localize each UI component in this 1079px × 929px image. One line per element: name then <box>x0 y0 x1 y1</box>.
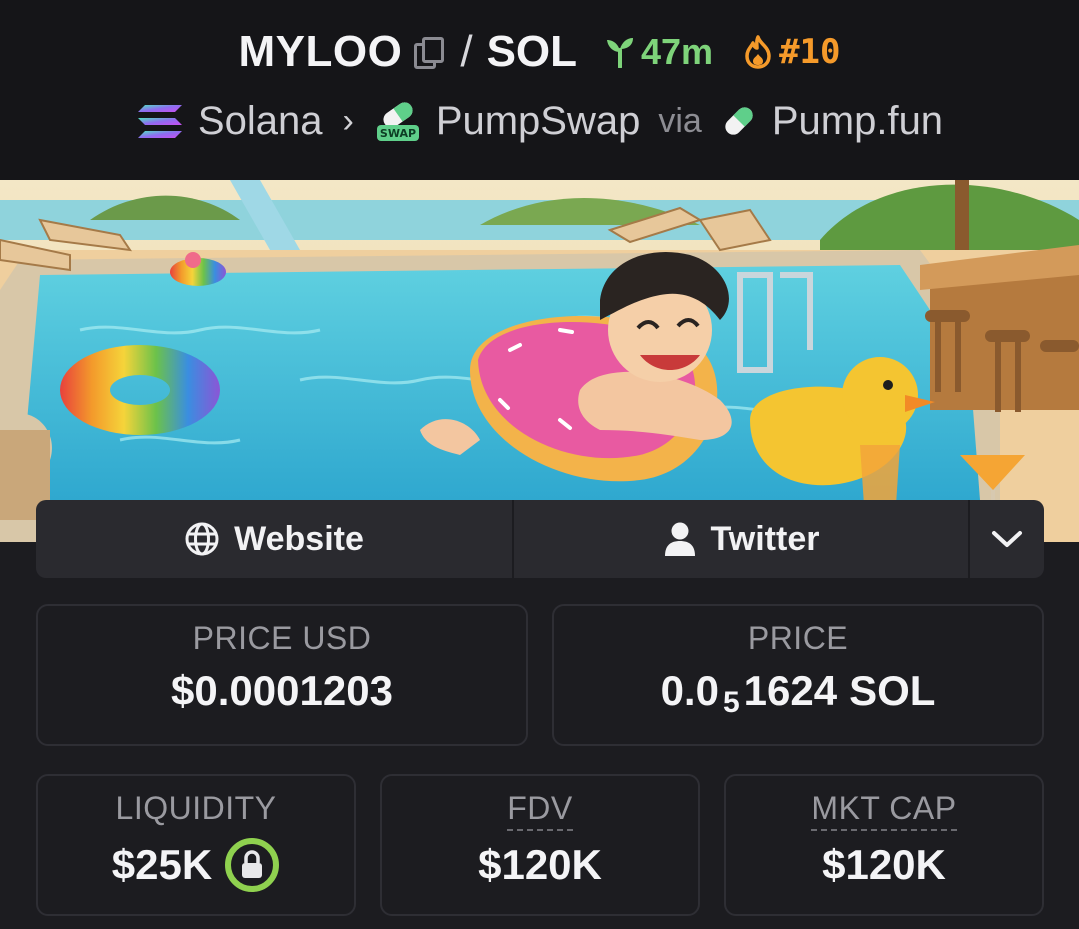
launchpad-name[interactable]: Pump.fun <box>772 99 943 144</box>
price-native-unit: SOL <box>849 667 936 714</box>
price-usd-card: PRICE USD $0.0001203 <box>36 604 528 746</box>
price-native-prefix: 0.0 <box>660 667 719 714</box>
via-label: via <box>658 101 702 140</box>
twitter-button[interactable]: Twitter <box>514 500 970 578</box>
price-native-zero-count: 5 <box>722 686 740 719</box>
quote-symbol: SOL <box>486 27 578 76</box>
chevron-right-icon: › <box>342 101 354 140</box>
trending-rank: #10 <box>779 32 841 72</box>
fdv-label[interactable]: FDV <box>507 790 573 831</box>
pair-separator: / <box>460 27 473 76</box>
mkt-cap-value: $120K <box>822 841 946 888</box>
price-usd-label: PRICE USD <box>192 620 372 656</box>
pair-age: 47m <box>641 31 714 72</box>
flame-icon <box>745 35 771 69</box>
chain-name[interactable]: Solana <box>198 99 323 144</box>
lock-icon[interactable] <box>224 837 280 893</box>
breadcrumb: Solana › SWAP PumpSwap via Pump.fun <box>0 94 1079 148</box>
copy-icon[interactable] <box>412 35 445 69</box>
pair-age-badge: 47m <box>605 31 713 73</box>
liquidity-card: LIQUIDITY $25K <box>36 774 356 916</box>
swap-badge-text: SWAP <box>380 127 416 140</box>
mkt-cap-label[interactable]: MKT CAP <box>811 790 957 831</box>
website-button[interactable]: Website <box>36 500 514 578</box>
liquidity-value: $25K <box>111 841 213 888</box>
pumpswap-icon: SWAP <box>376 102 419 141</box>
more-links-button[interactable] <box>970 500 1044 578</box>
base-symbol: MYLOO <box>238 27 403 76</box>
token-banner-image <box>0 180 1079 542</box>
price-native-label: PRICE <box>747 620 849 656</box>
solana-icon <box>137 105 182 138</box>
user-icon <box>664 522 695 556</box>
website-label: Website <box>234 519 364 558</box>
globe-icon <box>185 522 219 556</box>
social-links-bar: Website Twitter <box>36 500 1044 578</box>
liquidity-label: LIQUIDITY <box>115 790 277 826</box>
price-usd-value: $0.0001203 <box>171 667 393 714</box>
price-native-value: 0.0 5 1624 SOL <box>660 667 936 719</box>
dex-name[interactable]: PumpSwap <box>436 99 641 144</box>
price-native-card: PRICE 0.0 5 1624 SOL <box>552 604 1044 746</box>
twitter-label: Twitter <box>710 519 820 558</box>
price-native-digits: 1624 <box>743 667 838 714</box>
chevron-down-icon <box>992 531 1022 547</box>
trending-badge[interactable]: #10 <box>743 32 841 72</box>
pair-title-row: MYLOO / SOL 47m #10 <box>0 22 1079 82</box>
fdv-card: FDV $120K <box>380 774 700 916</box>
seedling-icon <box>607 38 634 68</box>
liquidity-value-row: $25K <box>112 837 280 893</box>
pair-header: MYLOO / SOL 47m #10 Solana › SWAP PumpSw… <box>0 0 1079 180</box>
pill-icon <box>725 107 753 135</box>
fdv-value: $120K <box>478 841 602 888</box>
mkt-cap-card: MKT CAP $120K <box>724 774 1044 916</box>
